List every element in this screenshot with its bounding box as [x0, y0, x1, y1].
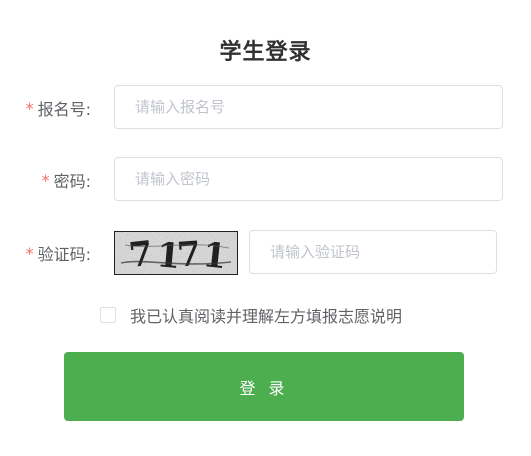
- svg-text:1: 1: [201, 235, 229, 274]
- captcha-input[interactable]: [249, 230, 497, 274]
- required-mark: *: [25, 243, 34, 263]
- agreement-row: 我已认真阅读并理解左方填报志愿说明: [100, 304, 402, 326]
- page-title: 学生登录: [219, 40, 312, 65]
- agreement-checkbox[interactable]: [100, 307, 116, 323]
- agreement-label[interactable]: 我已认真阅读并理解左方填报志愿说明: [130, 303, 402, 327]
- captcha-graphic: 7 1 7 1: [115, 232, 237, 274]
- password-label: * 密码:: [42, 157, 91, 203]
- captcha-label-text: 验证码:: [37, 245, 91, 264]
- login-button[interactable]: 登 录: [64, 352, 464, 421]
- required-mark: *: [41, 170, 50, 190]
- captcha-label: * 验证码:: [26, 230, 91, 276]
- exam-number-label: * 报名号:: [26, 85, 91, 131]
- captcha-row: * 验证码: 7 1 7 1: [0, 230, 531, 276]
- svg-text:7: 7: [176, 234, 202, 274]
- exam-number-label-text: 报名号:: [37, 100, 91, 119]
- required-mark: *: [25, 98, 34, 118]
- exam-number-input[interactable]: [114, 85, 503, 129]
- password-label-text: 密码:: [53, 172, 91, 191]
- captcha-image[interactable]: 7 1 7 1: [114, 231, 238, 275]
- password-row: * 密码:: [0, 157, 531, 203]
- svg-text:7: 7: [127, 234, 155, 274]
- password-input[interactable]: [114, 157, 503, 201]
- exam-number-row: * 报名号:: [0, 85, 531, 131]
